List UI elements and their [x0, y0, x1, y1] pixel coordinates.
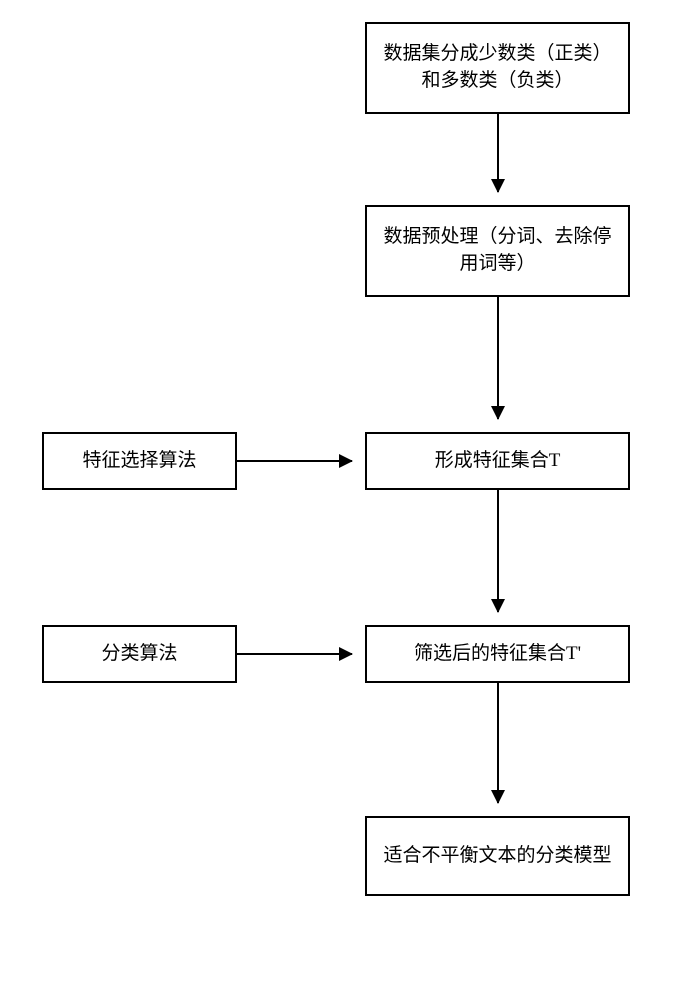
- arrow-4-5: [497, 683, 499, 803]
- step-filtered-set: 筛选后的特征集合T': [365, 625, 630, 683]
- side-feature-algo: 特征选择算法: [42, 432, 237, 490]
- text-step2: 数据预处理（分词、去除停用词等）: [379, 224, 616, 277]
- text-left3: 特征选择算法: [82, 448, 196, 475]
- arrow-1-2: [497, 114, 499, 192]
- step-model: 适合不平衡文本的分类模型: [365, 816, 630, 896]
- step-preprocess: 数据预处理（分词、去除停用词等）: [365, 205, 630, 297]
- side-classify-algo: 分类算法: [42, 625, 237, 683]
- step-split-dataset: 数据集分成少数类（正类）和多数类（负类）: [365, 22, 630, 114]
- text-left4: 分类算法: [101, 641, 177, 668]
- arrow-2-3: [497, 297, 499, 419]
- text-step1: 数据集分成少数类（正类）和多数类（负类）: [379, 41, 616, 94]
- text-step4: 筛选后的特征集合T': [414, 641, 581, 668]
- arrow-3-4: [497, 490, 499, 612]
- text-step3: 形成特征集合T: [435, 448, 561, 475]
- text-step5: 适合不平衡文本的分类模型: [383, 843, 611, 870]
- arrow-left3-step3: [237, 460, 352, 462]
- step-feature-set: 形成特征集合T: [365, 432, 630, 490]
- arrow-left4-step4: [237, 653, 352, 655]
